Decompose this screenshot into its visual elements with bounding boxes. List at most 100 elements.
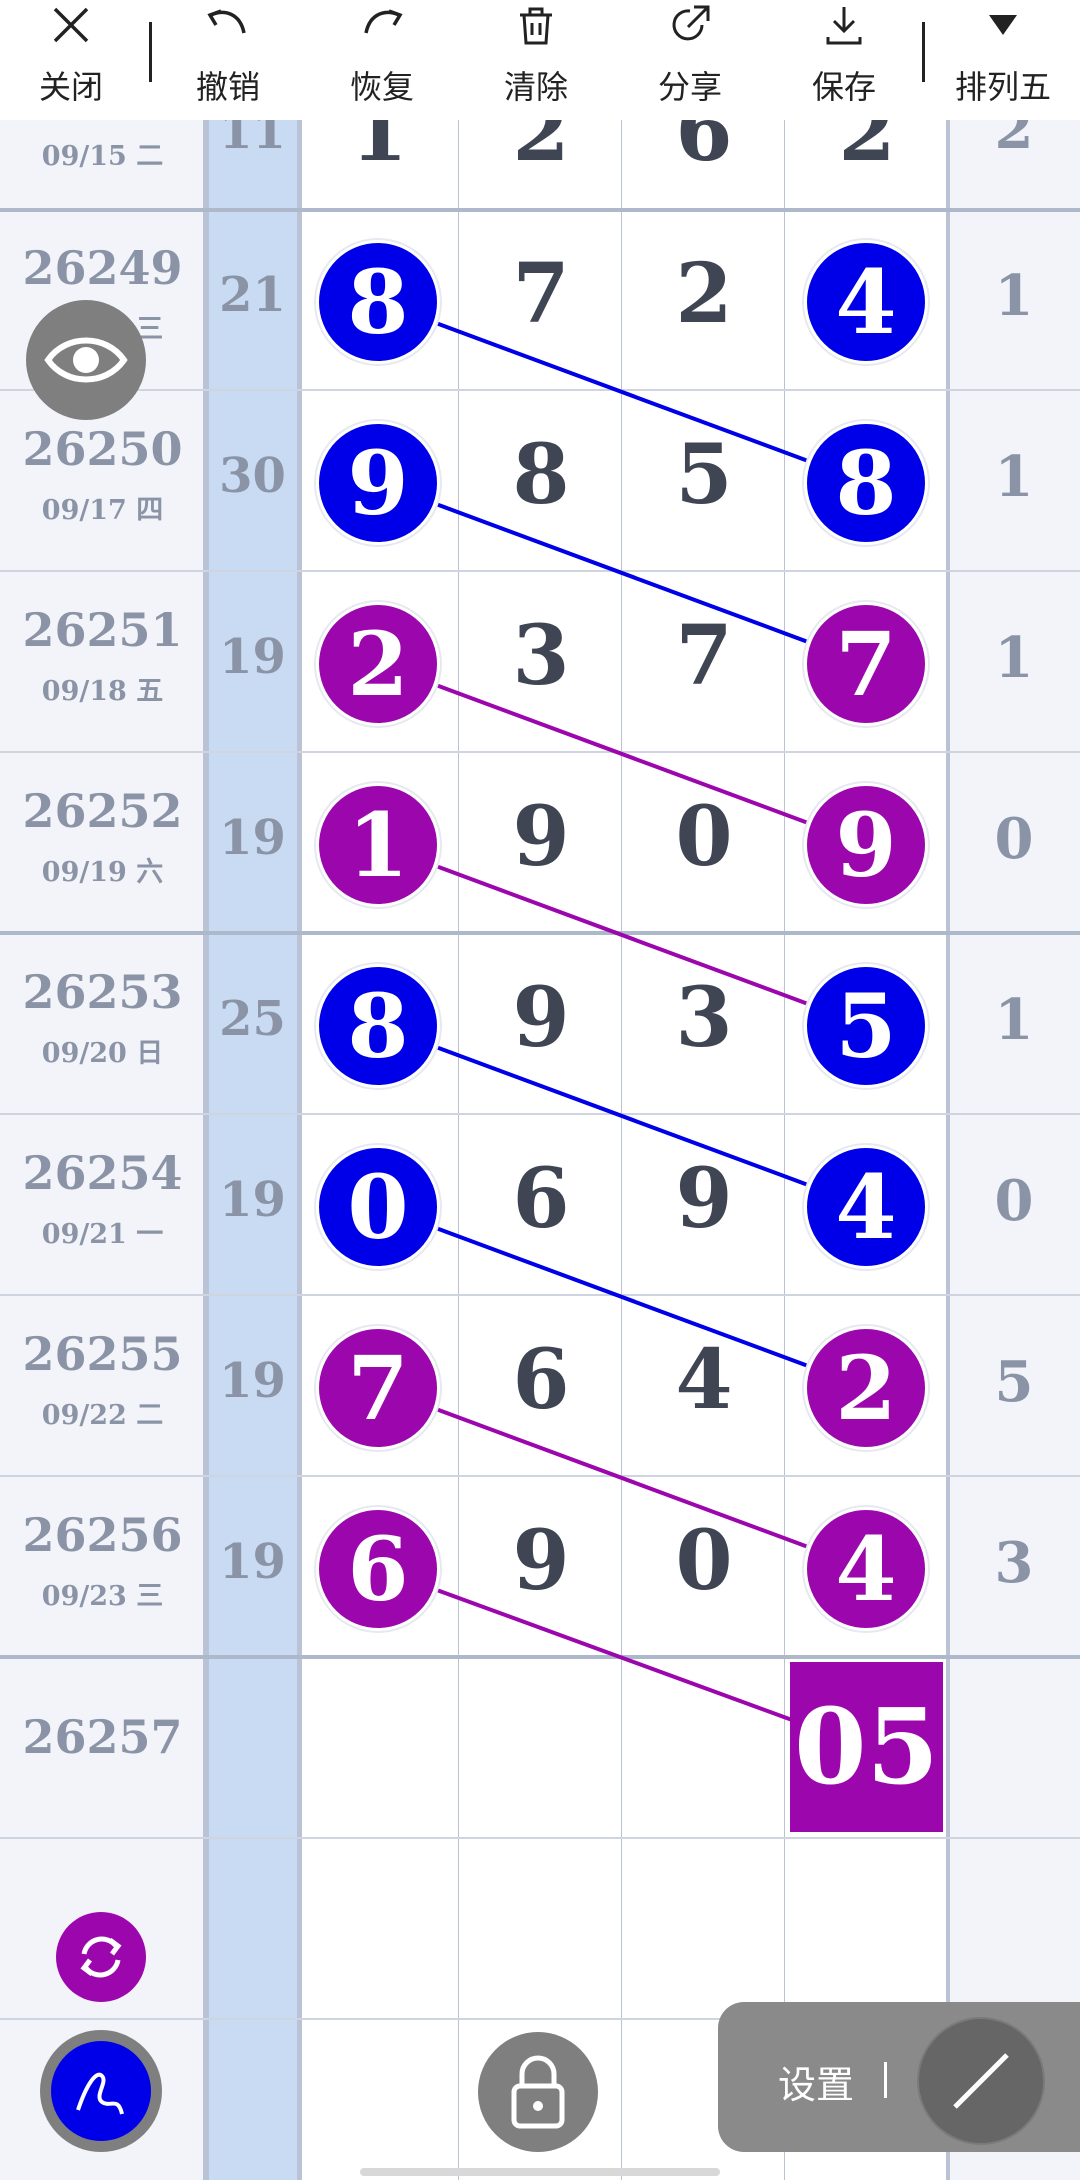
- digit-ball[interactable]: 4: [804, 1506, 928, 1631]
- row-date: 09/19 六: [41, 857, 164, 888]
- digit-cell: 9: [512, 1512, 570, 1609]
- prediction-box[interactable]: 05: [790, 1662, 943, 1832]
- connection-line: [377, 661, 867, 847]
- digit-cell: 0: [675, 788, 733, 885]
- lock-button[interactable]: [478, 2032, 598, 2152]
- connection-line: [377, 1023, 867, 1209]
- undo-label: 撤销: [195, 68, 260, 106]
- row-issue: 26251: [22, 603, 183, 657]
- row-sum: 19: [219, 629, 286, 685]
- close-label: 关闭: [38, 68, 103, 106]
- row-date: 09/20 日: [41, 1038, 164, 1069]
- row-date: 09/22 二: [41, 1400, 164, 1431]
- next-issue: 26257: [22, 1710, 183, 1764]
- digit-ball[interactable]: 0: [316, 1144, 440, 1269]
- toolbar-divider: [149, 22, 152, 82]
- connection-line: [377, 1385, 867, 1571]
- pen-icon: [76, 2072, 124, 2115]
- fifth-digit-cell: 3: [994, 1530, 1034, 1596]
- row-date: 09/23 三: [41, 1581, 164, 1612]
- refresh-icon: [80, 1936, 122, 1978]
- digit-ball[interactable]: 6: [316, 1506, 440, 1631]
- digit-cell: 9: [512, 969, 570, 1066]
- fifth-digit-cell: 1: [994, 987, 1034, 1053]
- line-tool-icon: [953, 2053, 1009, 2109]
- pen-mode-button[interactable]: [40, 2030, 162, 2152]
- close-button[interactable]: 关闭: [6, 0, 136, 120]
- row-sum: 30: [219, 448, 286, 504]
- share-icon: [672, 5, 710, 41]
- toolbar-divider: [922, 22, 925, 82]
- digit-cell: 4: [675, 1331, 733, 1428]
- toolbar: 关闭 撤销 恢复 清除 分享 保存 排列五: [0, 0, 1080, 120]
- digit-cell: 2: [675, 245, 733, 342]
- digit-cell: 3: [512, 607, 570, 704]
- digit-ball[interactable]: 9: [316, 420, 440, 545]
- row-sum: 25: [219, 991, 286, 1047]
- fifth-digit-cell: 0: [994, 1168, 1034, 1234]
- settings-separator: [884, 2062, 887, 2098]
- digit-ball[interactable]: 4: [804, 239, 928, 364]
- share-button[interactable]: 分享: [625, 0, 755, 120]
- settings-button[interactable]: 设置: [778, 2054, 854, 2109]
- digit-ball[interactable]: 2: [804, 1325, 928, 1450]
- row-issue: 26254: [22, 1146, 183, 1200]
- settings-panel: 设置: [718, 2002, 1080, 2152]
- digit-ball[interactable]: 8: [316, 963, 440, 1088]
- digit-ball[interactable]: 7: [316, 1325, 440, 1450]
- digit-cell: 0: [675, 1512, 733, 1609]
- trend-chart-grid[interactable]: 09/15 二 11 1 2 6 2 2 2624909/16 三2118724…: [0, 120, 1080, 2180]
- save-label: 保存: [811, 68, 876, 106]
- digit-ball[interactable]: 8: [804, 420, 928, 545]
- connection-line: [377, 480, 867, 666]
- refresh-button[interactable]: [56, 1912, 146, 2002]
- row-sum: 19: [219, 1172, 286, 1228]
- fifth-digit-cell: 1: [994, 263, 1034, 329]
- digit-cell: 3: [675, 969, 733, 1066]
- eye-icon: [44, 337, 128, 383]
- connection-line: [377, 842, 867, 1028]
- digit-cell: 7: [675, 607, 733, 704]
- share-label: 分享: [657, 68, 722, 106]
- digit-cell: 8: [512, 426, 570, 523]
- trash-icon: [520, 7, 552, 45]
- lottery-selector[interactable]: 排列五: [938, 0, 1068, 120]
- digit-ball[interactable]: 9: [804, 782, 928, 907]
- line-tool-button[interactable]: [919, 2019, 1043, 2143]
- save-button[interactable]: 保存: [779, 0, 909, 120]
- fifth-digit-cell: 5: [994, 1349, 1034, 1415]
- digit-cell: 5: [675, 426, 733, 523]
- triangle-down-icon: [989, 15, 1017, 35]
- redo-label: 恢复: [349, 68, 414, 106]
- digit-cell: 6: [512, 1150, 570, 1247]
- digit-cell: 7: [512, 245, 570, 342]
- undo-icon: [207, 9, 246, 34]
- digit-ball[interactable]: 4: [804, 1144, 928, 1269]
- lottery-name: 排列五: [954, 68, 1051, 106]
- undo-button[interactable]: 撤销: [163, 0, 293, 120]
- row-sum: 19: [219, 810, 286, 866]
- connection-line: [377, 1204, 867, 1390]
- home-indicator: [360, 2168, 720, 2176]
- digit-cell: 9: [512, 788, 570, 885]
- digit-cell: 9: [675, 1150, 733, 1247]
- row-issue: 26249: [22, 241, 183, 295]
- row-date: 09/17 四: [41, 495, 164, 526]
- digit-ball[interactable]: 7: [804, 601, 928, 726]
- clear-button[interactable]: 清除: [471, 0, 601, 120]
- digit-ball[interactable]: 5: [804, 963, 928, 1088]
- digit-ball[interactable]: 2: [316, 601, 440, 726]
- digit-ball[interactable]: 1: [316, 782, 440, 907]
- download-icon: [826, 7, 862, 45]
- row-issue: 26253: [22, 965, 183, 1019]
- fifth-digit-cell: 1: [994, 625, 1034, 691]
- eye-toggle-button[interactable]: [26, 300, 146, 420]
- redo-button[interactable]: 恢复: [317, 0, 447, 120]
- digit-ball[interactable]: 8: [316, 239, 440, 364]
- connection-line: [377, 299, 867, 485]
- row-sum: 19: [219, 1353, 286, 1409]
- row-sum: 19: [219, 1534, 286, 1590]
- close-icon: [53, 7, 89, 43]
- row-issue: 26255: [22, 1327, 183, 1381]
- row-date: 09/21 一: [41, 1219, 164, 1250]
